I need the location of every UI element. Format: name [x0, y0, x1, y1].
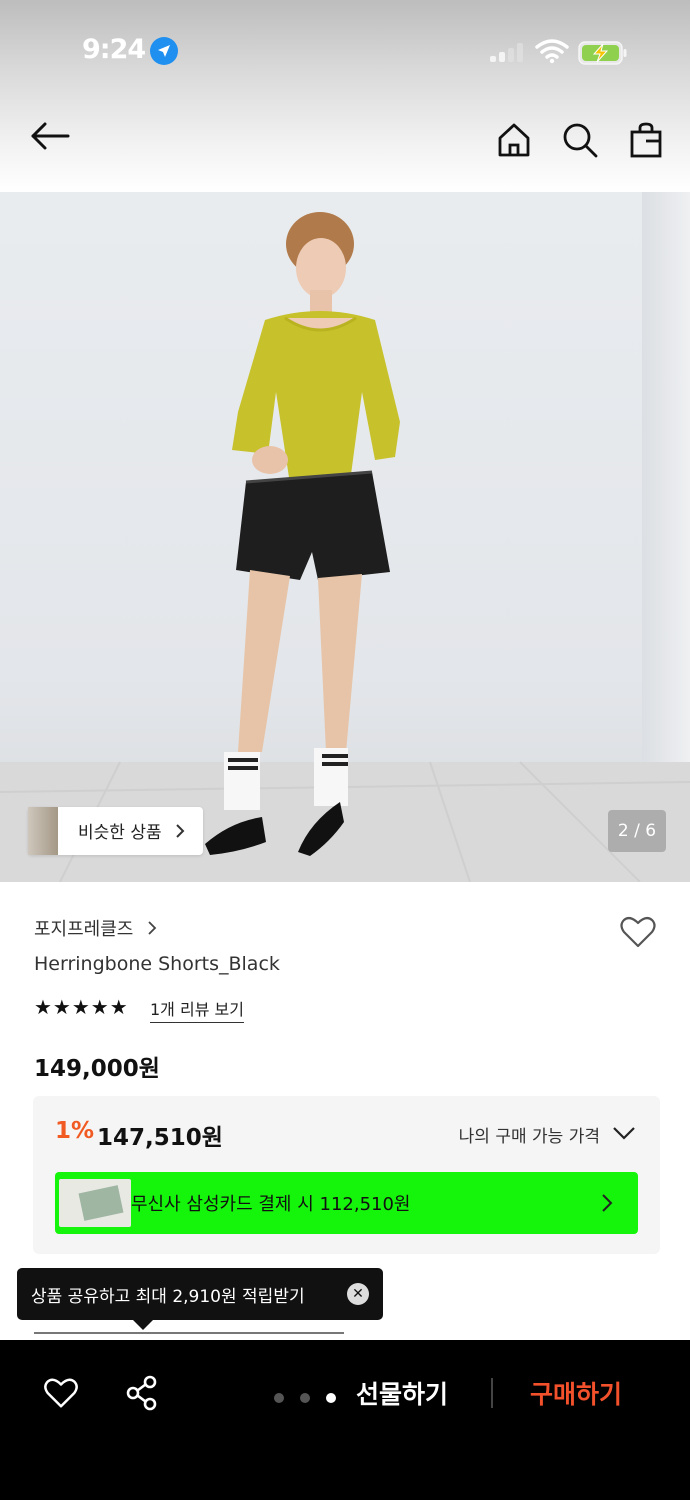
home-icon[interactable]: [494, 120, 534, 160]
card-promo-text: 무신사 삼성카드 결제 시 112,510원: [131, 1194, 411, 1215]
chevron-right-icon: [147, 920, 157, 941]
status-bar: 9:24: [0, 28, 690, 74]
model-figure: [0, 212, 690, 882]
brand-name: 포지프레클즈: [34, 919, 134, 940]
my-price-label: 나의 구매 가능 가격: [458, 1127, 600, 1147]
search-icon[interactable]: [560, 120, 600, 160]
brand-link[interactable]: 포지프레클즈: [34, 915, 157, 941]
battery-charging-icon: [578, 41, 628, 65]
status-time: 9:24: [82, 34, 146, 65]
image-counter: 2 / 6: [608, 810, 666, 852]
original-price: 149,000원: [34, 1056, 160, 1082]
card-promo-banner[interactable]: 무신사 삼성카드 결제 시 112,510원: [55, 1172, 638, 1234]
discount-rate: 1%: [55, 1118, 95, 1144]
cellular-signal-icon: [490, 42, 524, 62]
top-area: 9:24: [0, 0, 690, 192]
chevron-right-icon: [596, 1192, 618, 1214]
product-name: Herringbone Shorts_Black: [34, 953, 280, 975]
page-indicator: [274, 1388, 352, 1407]
top-navigation: [0, 112, 690, 176]
obscured-text-line: [34, 1322, 354, 1338]
chevron-right-icon: [175, 823, 185, 844]
divider: [491, 1378, 493, 1408]
share-reward-tooltip: 상품 공유하고 최대 2,910원 적립받기 ✕: [17, 1268, 383, 1330]
gift-button[interactable]: 선물하기: [356, 1375, 448, 1411]
review-link[interactable]: 1개 리뷰 보기: [150, 996, 244, 1023]
product-image[interactable]: 비슷한 상품 2 / 6: [0, 192, 690, 882]
wishlist-heart-icon[interactable]: [618, 912, 658, 952]
bottom-action-bar: 선물하기 구매하기: [0, 1340, 690, 1500]
back-arrow-icon[interactable]: [28, 116, 72, 160]
chevron-down-icon: [600, 1125, 636, 1145]
similar-product-thumbnail: [28, 807, 58, 855]
tooltip-text: 상품 공유하고 최대 2,910원 적립받기: [31, 1286, 305, 1307]
price-benefit-box: 1% 147,510원 나의 구매 가능 가격 무신사 삼성카드 결제 시 11…: [33, 1096, 660, 1254]
shopping-bag-icon[interactable]: [626, 120, 666, 160]
location-icon: [150, 37, 178, 65]
heart-icon[interactable]: [42, 1374, 80, 1412]
close-icon[interactable]: ✕: [347, 1283, 369, 1305]
similar-products-label: 비슷한 상품: [78, 823, 162, 844]
card-promo-thumbnail: [59, 1179, 131, 1227]
my-price-toggle[interactable]: 나의 구매 가능 가격: [459, 1122, 636, 1147]
similar-products-button[interactable]: 비슷한 상품: [28, 807, 204, 855]
share-icon[interactable]: [124, 1374, 160, 1412]
wifi-icon: [535, 38, 569, 64]
discount-price: 147,510원: [97, 1125, 223, 1151]
rating-stars: ★★★★★: [34, 995, 129, 1019]
buy-button[interactable]: 구매하기: [530, 1375, 622, 1411]
